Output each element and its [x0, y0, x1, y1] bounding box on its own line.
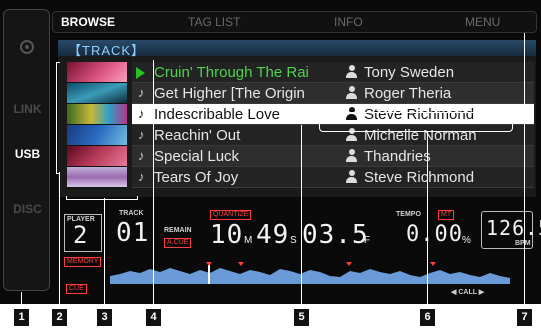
browse-category-title: 【TRACK】 [68, 43, 146, 58]
time-frames: 03.5 [302, 220, 369, 250]
cue-indicator: CUE [66, 284, 87, 294]
browse-header: 【TRACK】 [58, 40, 536, 58]
waveform-overview[interactable] [110, 262, 510, 284]
artwork-thumbnail [67, 167, 127, 188]
artwork-thumbnail [67, 146, 127, 167]
track-title: Tears Of Joy [154, 169, 239, 186]
tab-tag-list[interactable]: TAG LIST [188, 15, 240, 29]
artwork-thumbnail [67, 125, 127, 146]
note-icon: ♪ [138, 127, 145, 142]
bpm-display: 126.5 BPM [481, 211, 541, 249]
callout-2: 2 [52, 309, 67, 326]
artwork-thumbnail [67, 62, 127, 83]
tempo-unit: % [462, 235, 471, 246]
callout-1: 1 [14, 309, 29, 326]
tab-info[interactable]: INFO [334, 15, 363, 29]
quantize-indicator: QUANTIZE [210, 210, 252, 220]
artist-icon [346, 170, 357, 184]
player-number: 2 [73, 221, 89, 249]
time-minutes: 10 [210, 220, 244, 250]
seconds-unit: S [290, 235, 297, 246]
player-number-box: PLAYER 2 [64, 214, 102, 252]
track-title: Cruin' Through The Rai [154, 64, 309, 81]
track-artist: Roger Theria [364, 85, 452, 102]
track-title: Get Higher [The Origin [154, 85, 305, 102]
callout-3: 3 [97, 309, 112, 326]
bpm-unit: BPM [515, 240, 531, 247]
track-artist: Steve Richmond [364, 169, 475, 186]
disc-source-icon [20, 40, 34, 54]
auto-cue-indicator: A.CUE [164, 238, 192, 248]
time-seconds: 49 [256, 220, 290, 250]
tab-browse[interactable]: BROWSE [61, 15, 115, 29]
callout-5: 5 [294, 309, 309, 326]
minutes-unit: M [244, 235, 253, 246]
note-icon: ♪ [138, 148, 145, 163]
callout-6: 6 [420, 309, 435, 326]
source-link[interactable]: LINK [4, 102, 51, 116]
track-label: TRACK [119, 210, 144, 217]
artwork-column [67, 62, 128, 192]
track-row[interactable]: ♪ Get Higher [The Origin Roger Theria [132, 83, 534, 104]
track-artist: Thandries [364, 148, 431, 165]
top-tab-bar: BROWSE TAG LIST INFO MENU [52, 11, 537, 33]
cdj-display: LINK USB DISC BROWSE TAG LIST INFO MENU … [0, 0, 541, 304]
note-icon: ♪ [138, 85, 145, 100]
artwork-thumbnail [67, 83, 127, 104]
tempo-value: 0.00 [406, 222, 463, 247]
tempo-label: TEMPO [396, 211, 421, 218]
play-icon [136, 67, 145, 79]
callout-4: 4 [146, 309, 161, 326]
callout-7: 7 [517, 309, 532, 326]
track-artist: Tony Sweden [364, 64, 455, 81]
player-info-area: PLAYER 2 MEMORY CUE TRACK 01 QUANTIZE RE… [58, 200, 541, 296]
frames-unit: F [364, 235, 371, 246]
master-tempo-indicator: MT [438, 210, 455, 220]
track-row[interactable]: ♪ Special Luck Thandries [132, 146, 534, 167]
memory-indicator: MEMORY [64, 257, 102, 267]
track-row[interactable]: ♪ Tears Of Joy Steve Richmond [132, 167, 534, 188]
source-usb[interactable]: USB [4, 147, 51, 161]
track-row[interactable]: Cruin' Through The Rai Tony Sweden [132, 62, 534, 83]
track-title: Reachin' Out [154, 127, 241, 144]
artist-icon [346, 149, 357, 163]
artist-icon [346, 65, 357, 79]
track-title: Special Luck [154, 148, 240, 165]
track-number: 01 [116, 218, 150, 248]
note-icon: ♪ [138, 169, 145, 184]
call-label: ◀ CALL ▶ [451, 289, 485, 296]
tab-menu[interactable]: MENU [465, 15, 500, 29]
remain-label: REMAIN [164, 227, 192, 234]
source-disc[interactable]: DISC [4, 202, 51, 216]
note-icon: ♪ [138, 106, 145, 121]
artwork-thumbnail [67, 104, 127, 125]
artist-icon [346, 86, 357, 100]
track-title: Indescribable Love [154, 106, 280, 123]
source-selector-bar: LINK USB DISC [3, 9, 50, 291]
bpm-value: 126.5 [486, 216, 541, 240]
